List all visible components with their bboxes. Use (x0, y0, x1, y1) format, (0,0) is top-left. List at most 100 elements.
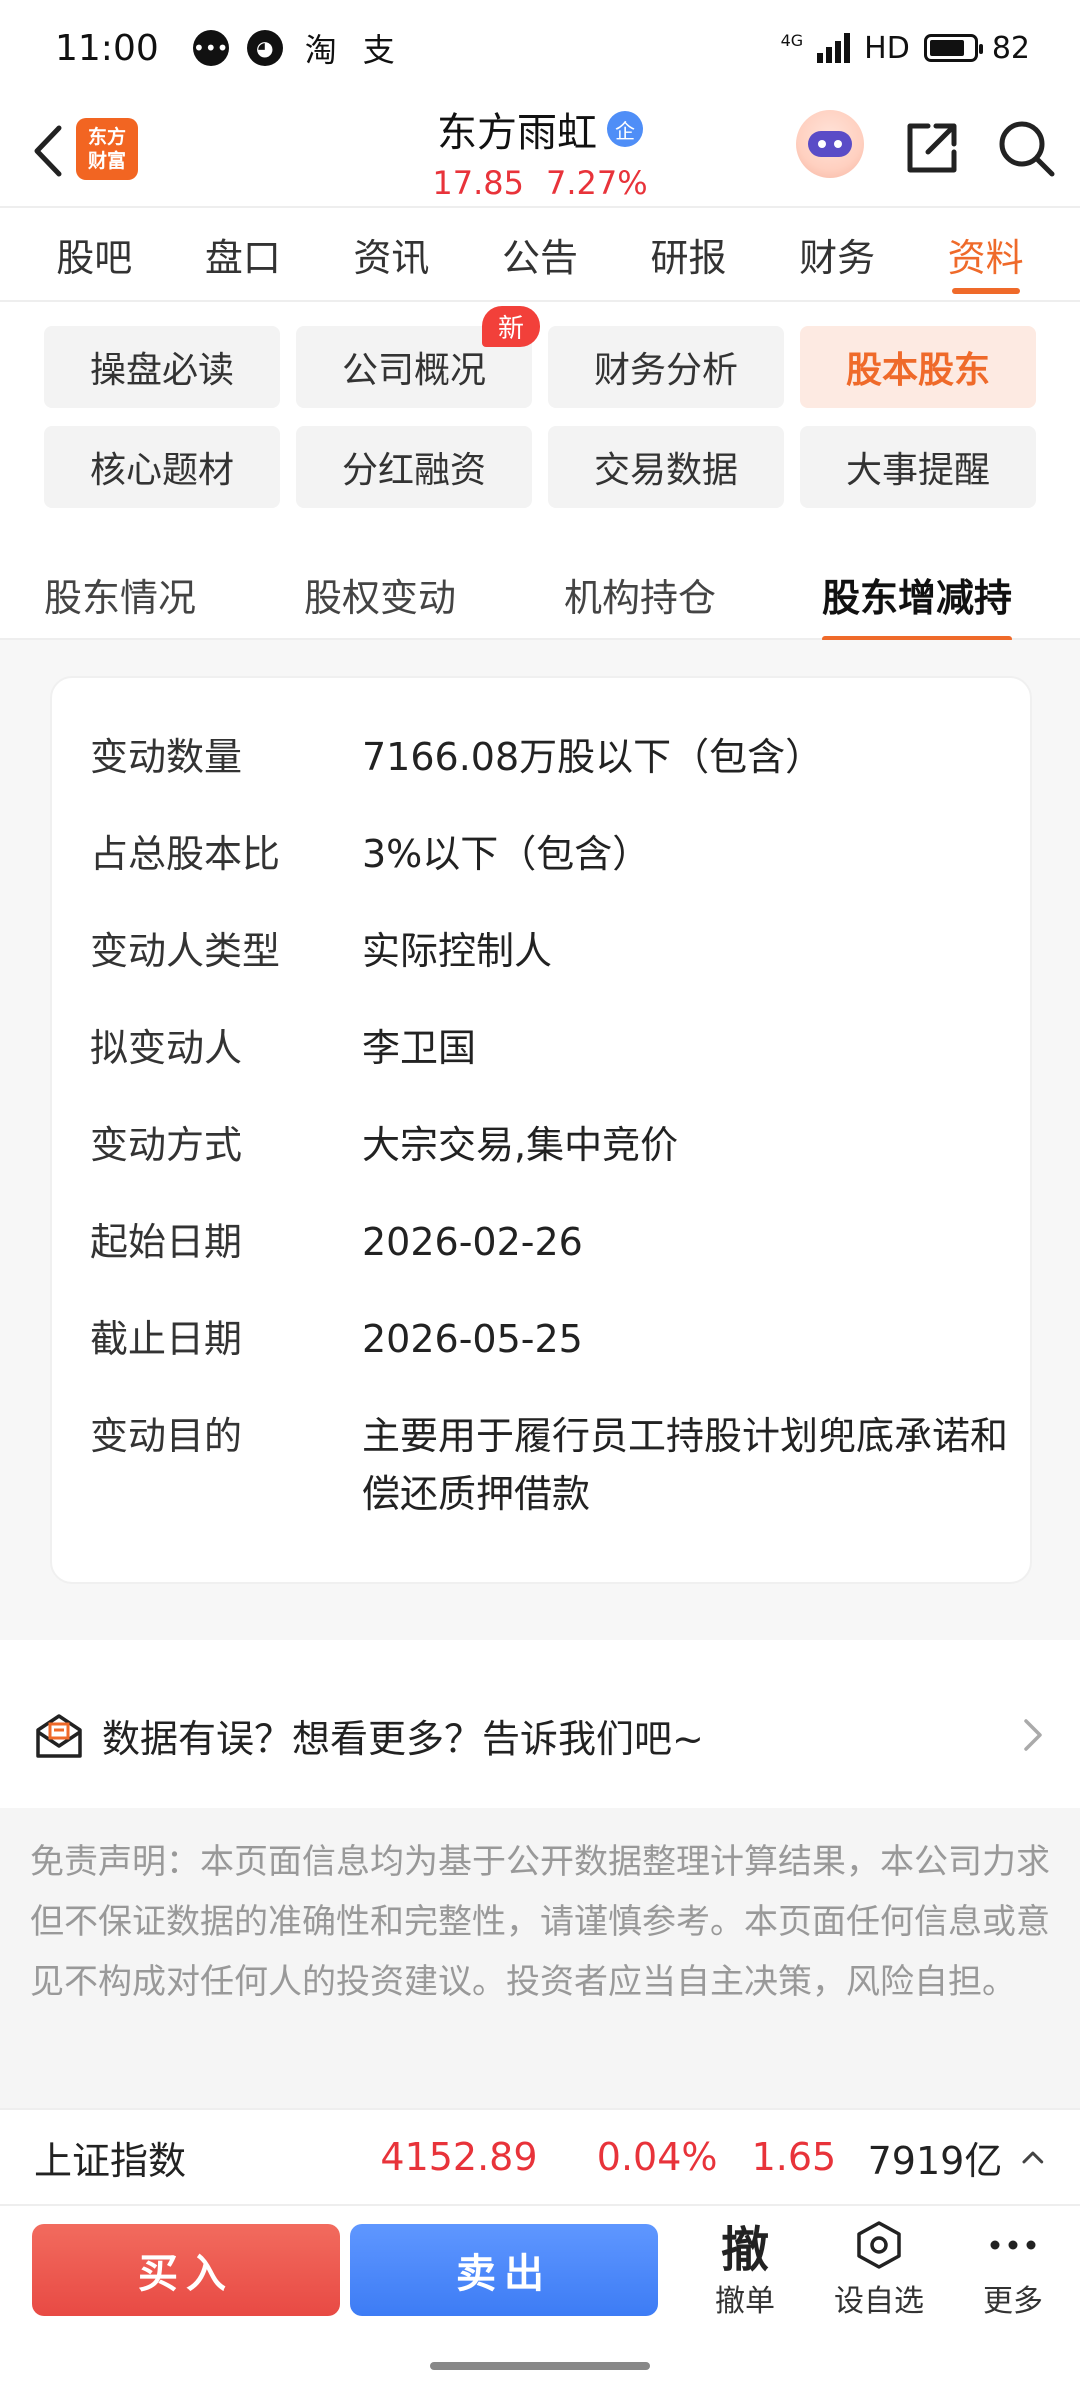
trade-action-bar: 买入 卖出 撤 撤单 设自选 更多 (0, 2204, 1080, 2330)
index-price: 4152.89 (380, 2135, 538, 2179)
robot-icon (808, 131, 852, 157)
tab-shareholder-changes[interactable]: 股东增减持 (822, 548, 1013, 642)
hd-label: HD (864, 30, 910, 66)
chip-company-overview[interactable]: 公司概况新 (296, 306, 540, 408)
tab-pankou[interactable]: 盘口 (205, 206, 281, 302)
stock-name-row: 东方雨虹 企 (437, 100, 643, 158)
signal-icon (817, 33, 851, 63)
chip-trading-must-read[interactable]: 操盘必读 (44, 326, 280, 408)
detail-row: 占总股本比 3%以下（包含） (90, 825, 1012, 883)
message-icon: ••• (192, 30, 229, 66)
detail-row: 拟变动人 李卫国 (90, 1019, 1012, 1077)
row-label: 变动方式 (90, 1123, 243, 1167)
tab-equity-changes[interactable]: 股权变动 (304, 548, 456, 640)
chip-trading-data[interactable]: 交易数据 (548, 426, 784, 508)
index-ticker-bar[interactable]: 上证指数 4152.89 0.04% 1.65 7919亿 (0, 2108, 1080, 2204)
enterprise-badge: 企 (607, 111, 643, 147)
buy-button[interactable]: 买入 (32, 2224, 340, 2316)
more-dots-icon (958, 2214, 1068, 2276)
detail-row: 变动数量 7166.08万股以下（包含） (90, 728, 1012, 786)
stock-change-pct: 7.27% (545, 164, 648, 202)
status-right: 4G HD 82 (781, 31, 1030, 66)
sell-button[interactable]: 卖出 (350, 2224, 658, 2316)
detail-row: 截止日期 2026-05-25 (90, 1310, 1012, 1368)
chip-label: 操盘必读 (89, 350, 234, 391)
index-change: 1.65 (751, 2135, 837, 2179)
detail-row: 变动方式 大宗交易,集中竞价 (90, 1116, 1012, 1174)
new-badge: 新 (481, 306, 540, 347)
chip-event-reminders[interactable]: 大事提醒 (800, 426, 1036, 508)
row-value: 主要用于履行员工持股计划兜底承诺和偿还质押借款 (362, 1414, 1009, 1516)
tab-shareholders[interactable]: 股东情况 (44, 548, 196, 640)
chip-label: 核心题材 (89, 450, 234, 491)
tab-profile[interactable]: 资料 (948, 206, 1024, 302)
chip-label: 分红融资 (341, 450, 486, 491)
home-indicator[interactable] (430, 2362, 650, 2370)
add-watchlist-label: 设自选 (834, 2284, 924, 2319)
cancel-glyph: 撤 (720, 2222, 769, 2278)
chip-share-capital[interactable]: 股本股东 (800, 326, 1036, 408)
chip-label: 交易数据 (593, 450, 738, 491)
tab-institutional-holdings[interactable]: 机构持仓 (564, 548, 716, 640)
status-bar: 11:00 ••• ◕ 淘 支 4G HD 82 (0, 0, 1080, 96)
stock-name: 东方雨虹 (437, 110, 597, 156)
chip-financial-analysis[interactable]: 财务分析 (548, 326, 784, 408)
index-volume: 7919亿 (867, 2138, 1003, 2183)
search-icon (999, 121, 1055, 177)
chip-label: 股本股东 (845, 350, 990, 391)
row-label: 起始日期 (90, 1220, 243, 1264)
feedback-text: 数据有误？想看更多？告诉我们吧~ (102, 1716, 704, 1761)
add-watchlist-button[interactable]: 设自选 (824, 2214, 934, 2324)
more-label: 更多 (983, 2284, 1043, 2319)
status-time: 11:00 (55, 27, 159, 69)
row-value: 7166.08万股以下（包含） (362, 735, 824, 779)
secondary-tabs: 股东情况 股权变动 机构持仓 股东增减持 (0, 548, 1080, 642)
chip-label: 财务分析 (593, 350, 738, 391)
row-value: 2026-05-25 (362, 1317, 583, 1361)
chip-dividend-financing[interactable]: 分红融资 (296, 426, 532, 508)
detail-row: 变动人类型 实际控制人 (90, 922, 1012, 980)
share-icon (907, 123, 957, 173)
share-button[interactable] (900, 116, 964, 180)
chat-icon: ◕ (246, 30, 283, 66)
row-label: 截止日期 (90, 1317, 243, 1361)
detail-row: 起始日期 2026-02-26 (90, 1213, 1012, 1271)
disclaimer: 免责声明：本页面信息均为基于公开数据整理计算结果，本公司力求但不保证数据的准确性… (0, 1808, 1080, 2108)
cancel-order-label: 撤单 (715, 2284, 775, 2319)
cancel-order-button[interactable]: 撤 撤单 (690, 2214, 800, 2324)
row-value: 李卫国 (362, 1026, 477, 1070)
chip-core-themes[interactable]: 核心题材 (44, 426, 280, 508)
row-value: 2026-02-26 (362, 1220, 583, 1264)
row-label: 占总股本比 (90, 832, 281, 876)
hexagon-icon (824, 2214, 934, 2276)
tab-guba[interactable]: 股吧 (56, 206, 132, 302)
tab-announcements[interactable]: 公告 (502, 206, 578, 302)
row-value: 大宗交易,集中竞价 (362, 1123, 679, 1167)
stock-price: 17.85 (432, 164, 524, 202)
chip-label: 公司概况 (341, 350, 486, 391)
index-name: 上证指数 (34, 2138, 187, 2183)
tab-research[interactable]: 研报 (651, 206, 727, 302)
row-label: 变动目的 (90, 1414, 243, 1458)
row-label: 变动人类型 (90, 929, 281, 973)
main-tabs: 股吧 盘口 资讯 公告 研报 财务 资料 (0, 206, 1080, 302)
tab-news[interactable]: 资讯 (353, 206, 429, 302)
search-button[interactable] (994, 116, 1058, 180)
feedback-row[interactable]: 数据有误？想看更多？告诉我们吧~ (0, 1662, 1080, 1808)
row-value: 实际控制人 (362, 929, 553, 973)
network-label: 4G (780, 30, 804, 50)
row-label: 拟变动人 (90, 1026, 243, 1070)
row-label: 变动数量 (90, 735, 243, 779)
tab-finance[interactable]: 财务 (799, 206, 875, 302)
taobao-icon: 淘 (304, 31, 337, 69)
battery-level: 82 (991, 30, 1030, 66)
status-app-icons: ••• ◕ 淘 支 (192, 25, 399, 71)
battery-icon (923, 34, 983, 62)
chevron-right-icon (1024, 1719, 1042, 1751)
more-button[interactable]: 更多 (958, 2214, 1068, 2324)
assistant-avatar[interactable] (796, 110, 864, 178)
row-value: 3%以下（包含） (362, 832, 651, 876)
alipay-icon: 支 (362, 31, 395, 69)
chip-label: 大事提醒 (845, 450, 990, 491)
chevron-up-icon[interactable] (1020, 2147, 1046, 2167)
